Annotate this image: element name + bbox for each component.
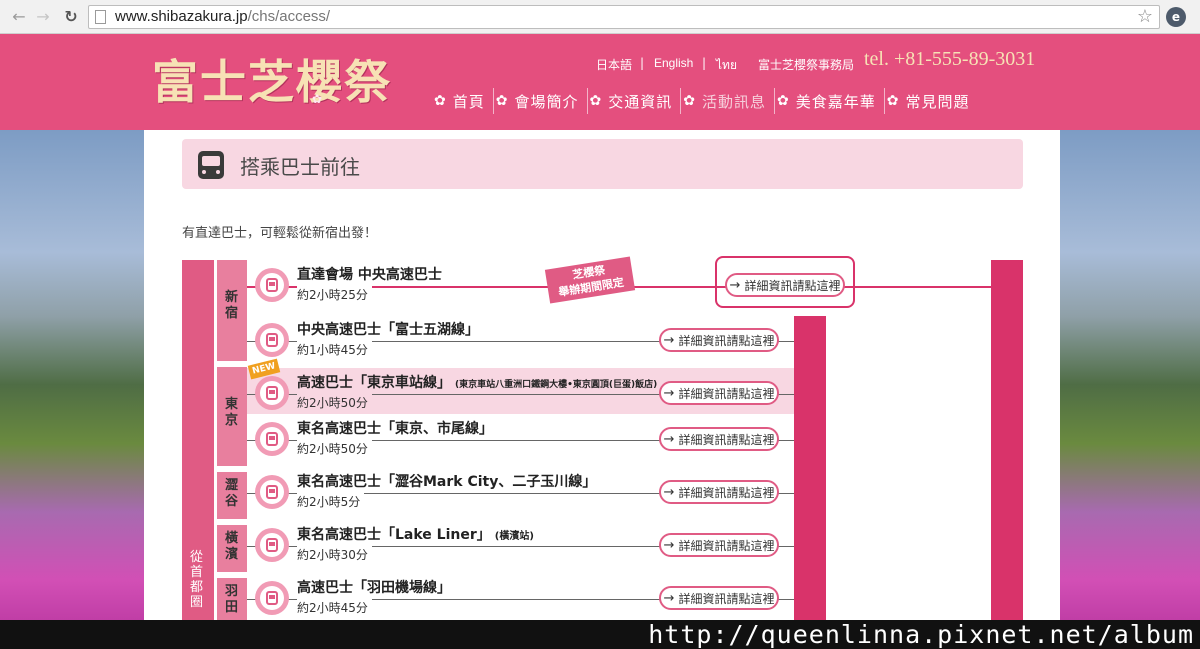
lang-separator: | [640,56,645,70]
route-time: 約2小時45分 [297,599,372,616]
arrow-right-icon: → [663,484,675,500]
bus-circle-icon [255,422,289,456]
group-haneda: 羽田 [217,578,247,620]
route-row: 中央高速巴士「富士五湖線」 約1小時45分 → 詳細資訊請點這裡 [247,315,794,361]
route-name: 東名高速巴士「Lake Liner」 (橫濱站) [297,527,534,543]
lang-separator: | [702,56,707,70]
bus-circle-icon [255,528,289,562]
bus-circle-icon [255,475,289,509]
route-time: 約2小時25分 [297,286,372,303]
group-label: 新宿 [225,290,239,321]
bus-circle-icon [255,323,289,357]
group-label: 羽田 [225,584,239,615]
details-button[interactable]: → 詳細資訊請點這裡 [659,328,779,352]
route-row: 東名高速巴士「Lake Liner」 (橫濱站) 約2小時30分 → 詳細資訊請點這… [247,520,794,566]
details-button[interactable]: → 詳細資訊請點這裡 [659,427,779,451]
route-row: 東名高速巴士「東京、市尾線」 約2小時50分 → 詳細資訊請點這裡 [247,414,794,460]
lang-thai-link[interactable]: ไทย [716,56,737,75]
route-time: 約2小時50分 [297,440,372,457]
arrow-right-icon: → [663,537,675,553]
lang-japanese-link[interactable]: 日本語 [596,56,632,73]
region-bar: 從首都圈 [182,260,214,620]
nav-home[interactable]: ✿ 首頁 [432,88,494,114]
nav-faq[interactable]: ✿ 常見問題 [885,88,978,114]
section-title: 搭乘巴士前往 [240,155,360,179]
nav-food-carnival[interactable]: ✿ 美食嘉年華 [775,88,885,114]
details-button[interactable]: → 詳細資訊請點這裡 [659,381,779,405]
details-button[interactable]: → 詳細資訊請點這裡 [659,586,779,610]
flower-icon: ✿ [886,93,900,109]
nav-events[interactable]: ✿ 活動訊息 [681,88,775,114]
bookmark-star-icon[interactable]: ☆ [1137,6,1153,27]
flower-icon: ✿ [495,93,509,109]
arrow-right-icon: → [663,385,675,401]
route-name: 東名高速巴士「東京、市尾線」 [297,421,493,437]
route-row: 直達會場 中央高速巴士 約2小時25分 芝櫻祭 舉辦期間限定 → 詳細資訊請點這裡 [247,256,991,308]
route-time: 約2小時50分 [297,394,372,411]
group-label: 東京 [225,397,239,428]
route-diagram: 從首都圈 新宿 東京 澀谷 橫濱 羽田 直達會場 中央高速巴士 約2小時25分 … [182,256,1023,620]
reload-icon[interactable]: ↻ [62,8,80,26]
flower-icon: ✿ [777,93,790,109]
extension-icon[interactable]: e [1166,7,1186,27]
route-time: 約1小時45分 [297,341,372,358]
browser-toolbar: ← → ↻ www.shibazakura.jp/chs/access/ ☆ e [0,0,1200,34]
route-time: 約2小時30分 [297,546,372,563]
group-label: 橫濱 [225,531,239,562]
route-name: 東名高速巴士「澀谷Mark City、二子玉川線」 [297,474,597,490]
destination-bar [991,260,1023,620]
address-bar[interactable]: www.shibazakura.jp/chs/access/ ☆ [88,5,1160,29]
details-button[interactable]: → 詳細資訊請點這裡 [725,273,845,297]
url-text: www.shibazakura.jp/chs/access/ [115,8,331,25]
back-arrow-icon[interactable]: ← [10,8,28,26]
route-row: NEW 高速巴士「東京車站線」 (東京車站八重洲口鐵鋼大樓•東京圓頂(巨蛋)飯店)… [247,358,794,414]
telephone-number: tel. +81-555-89-3031 [864,48,1036,70]
arrow-right-icon: → [663,332,675,348]
section-header: 搭乘巴士前往 [182,139,1023,189]
route-name: 中央高速巴士「富士五湖線」 [297,322,479,338]
route-time: 約2小時5分 [297,493,365,510]
arrow-right-icon: → [663,431,675,447]
connector-bar [794,316,826,620]
group-tokyo: 東京 [217,367,247,466]
intro-text: 有直達巴士，可輕鬆從新宿出發！ [182,226,378,241]
logo-flower-icon: ✿ [312,92,323,106]
nav-venue[interactable]: ✿ 會場簡介 [494,88,588,114]
bus-circle-icon [255,268,289,302]
watermark-bar: http://queenlinna.pixnet.net/album [0,620,1200,649]
site-logo[interactable]: 富士芝櫻祭 [152,46,392,112]
flower-icon: ✿ [589,93,603,109]
route-name: 高速巴士「羽田機場線」 [297,580,451,596]
route-row: 東名高速巴士「澀谷Mark City、二子玉川線」 約2小時5分 → 詳細資訊請點… [247,467,794,513]
details-button[interactable]: → 詳細資訊請點這裡 [659,480,779,504]
festival-period-badge: 芝櫻祭 舉辦期間限定 [544,256,636,304]
page-icon [95,10,106,24]
bus-circle-icon [255,376,289,410]
bus-circle-icon [255,581,289,615]
watermark-text: http://queenlinna.pixnet.net/album [648,620,1194,649]
group-shinjuku: 新宿 [217,260,247,361]
flower-icon: ✿ [683,93,696,109]
main-content: 搭乘巴士前往 有直達巴士，可輕鬆從新宿出發！ 從首都圈 新宿 東京 澀谷 橫濱 … [144,130,1060,620]
arrow-right-icon: → [729,277,741,293]
bus-icon [198,151,224,179]
forward-arrow-icon[interactable]: → [34,8,52,26]
group-yokohama: 橫濱 [217,525,247,572]
main-navigation: ✿ 首頁 ✿ 會場簡介 ✿ 交通資訊 ✿ 活動訊息 ✿ 美食嘉年華 ✿ 常見問題 [432,88,978,114]
office-label: 富士芝櫻祭事務局 [758,58,855,72]
route-row: 高速巴士「羽田機場線」 約2小時45分 → 詳細資訊請點這裡 [247,573,794,619]
details-button[interactable]: → 詳細資訊請點這裡 [659,533,779,557]
region-label: 從首都圈 [190,550,204,610]
route-name: 直達會場 中央高速巴士 [297,267,442,283]
flower-icon: ✿ [434,93,447,109]
group-shibuya: 澀谷 [217,472,247,519]
nav-access[interactable]: ✿ 交通資訊 [588,88,682,114]
route-name: 高速巴士「東京車站線」 (東京車站八重洲口鐵鋼大樓•東京圓頂(巨蛋)飯店) [297,375,658,391]
lang-english-link[interactable]: English [654,56,693,70]
arrow-right-icon: → [663,590,675,606]
group-label: 澀谷 [225,478,239,509]
